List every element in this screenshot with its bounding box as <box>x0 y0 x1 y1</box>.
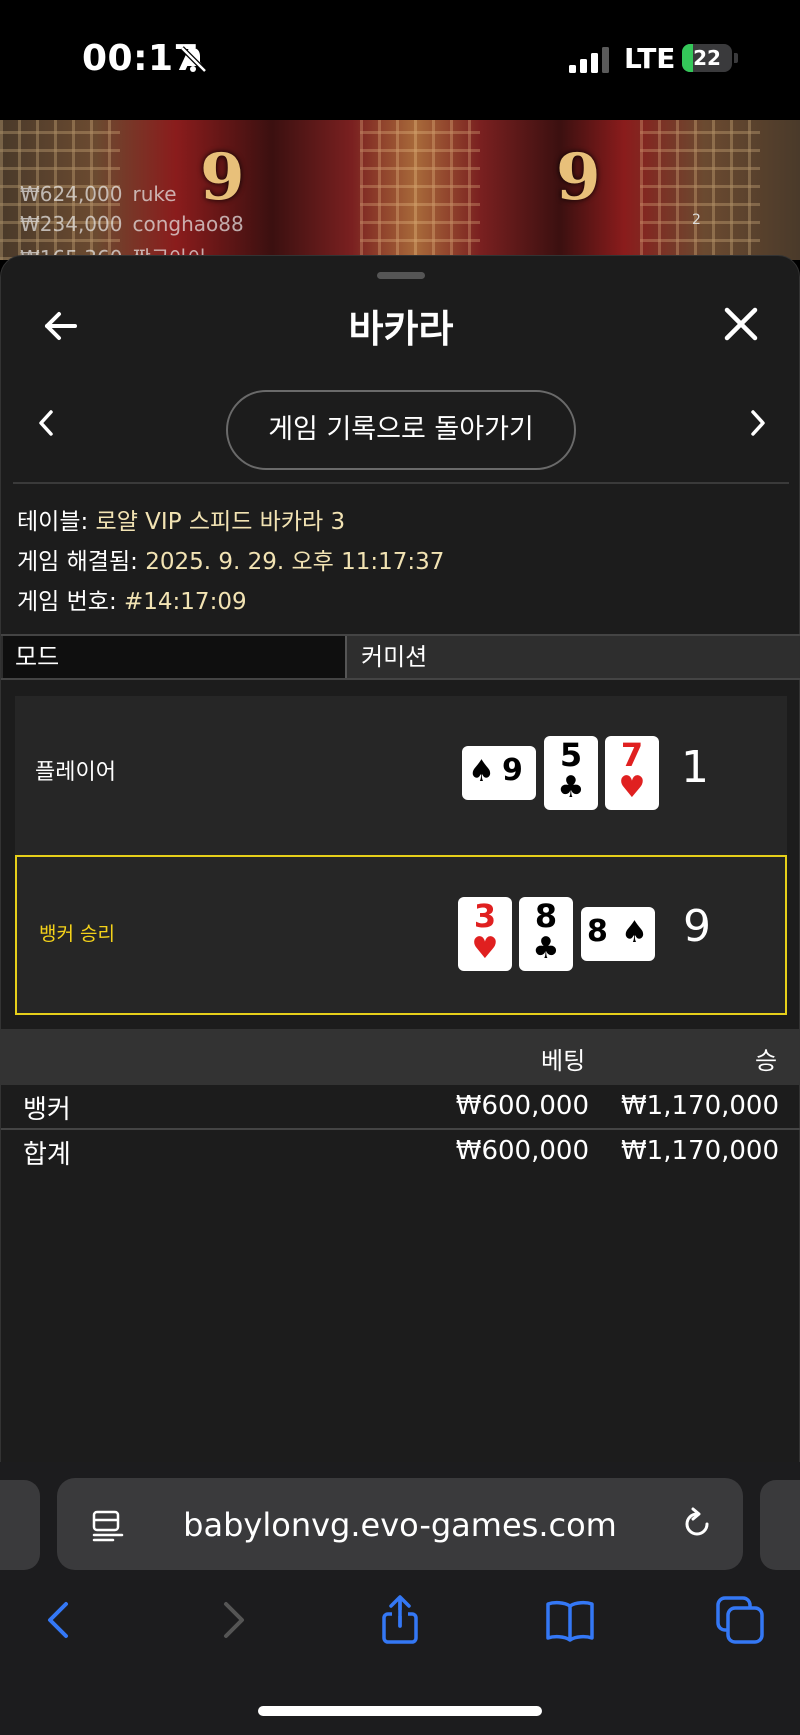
live-video-background: 9 9 ₩624,000 ruke ₩234,000 conghao88 ₩165,… <box>0 120 800 260</box>
cellular-signal-icon <box>569 47 609 73</box>
browser-toolbar: babylonvg.evo-games.com <box>0 1462 800 1735</box>
live-bet-line: ₩624,000 ruke <box>20 182 177 206</box>
playing-card: ♠ 8 <box>581 907 655 961</box>
playing-card: 3 ♥ <box>458 897 512 971</box>
game-number: #14:17:09 <box>124 589 247 615</box>
close-icon[interactable] <box>719 302 763 346</box>
banker-score: 9 <box>683 901 711 952</box>
back-to-history-button[interactable]: 게임 기록으로 돌아가기 <box>226 390 576 470</box>
share-icon[interactable] <box>374 1594 426 1646</box>
game-detail-panel: 바카라 게임 기록으로 돌아가기 테이블: 로얄 VIP 스피드 바카라 3 게… <box>0 255 800 1465</box>
decor-nine: 9 <box>556 140 601 215</box>
sheet-grabber[interactable] <box>377 272 425 279</box>
previous-tab-preview[interactable] <box>0 1480 40 1570</box>
table-info: 테이블: 로얄 VIP 스피드 바카라 3 <box>17 509 346 535</box>
url-text: babylonvg.evo-games.com <box>183 1506 617 1544</box>
table-row: 뱅커 ₩600,000 ₩1,170,000 <box>23 1091 779 1125</box>
column-header-bet: 베팅 <box>541 1047 586 1075</box>
column-header-win: 승 <box>755 1047 778 1075</box>
home-indicator[interactable] <box>258 1706 542 1716</box>
divider <box>13 482 789 484</box>
video-counter: 2 <box>692 212 701 228</box>
panel-title: 바카라 <box>348 307 454 351</box>
next-tab-preview[interactable] <box>760 1480 800 1570</box>
player-hand: 플레이어 ♠ 9 5 ♣ 7 ♥ 1 <box>15 696 787 856</box>
banker-win-label: 뱅커 승리 <box>39 923 115 945</box>
network-type: LTE <box>624 42 676 75</box>
playing-card: 7 ♥ <box>605 736 659 810</box>
previous-game-chevron-icon[interactable] <box>33 406 61 440</box>
battery-cap <box>734 53 738 63</box>
browser-back-icon[interactable] <box>34 1594 86 1646</box>
lattice-decor <box>640 120 760 260</box>
decor-nine: 9 <box>200 140 245 215</box>
address-bar[interactable]: babylonvg.evo-games.com <box>57 1478 743 1570</box>
commission-label: 커미션 <box>361 643 428 671</box>
tabs-icon[interactable] <box>714 1594 766 1646</box>
status-bar: 00:17 LTE 22 <box>0 0 800 120</box>
browser-forward-icon[interactable] <box>206 1594 258 1646</box>
reload-icon[interactable] <box>679 1506 715 1542</box>
playing-card: 5 ♣ <box>544 736 598 810</box>
mode-label: 모드 <box>3 636 347 678</box>
bookmarks-book-icon[interactable] <box>544 1594 596 1646</box>
bell-slash-icon <box>180 46 207 73</box>
banker-hand: 뱅커 승리 3 ♥ 8 ♣ ♠ 8 9 <box>15 855 787 1015</box>
lattice-decor <box>360 120 480 260</box>
player-score: 1 <box>681 742 709 793</box>
mode-row: 모드 커미션 <box>1 634 800 680</box>
player-label: 플레이어 <box>35 760 116 785</box>
playing-card: 8 ♣ <box>519 897 573 971</box>
game-number-info: 게임 번호: #14:17:09 <box>17 589 247 615</box>
table-row-total: 합계 ₩600,000 ₩1,170,000 <box>23 1136 779 1170</box>
bets-table-header: 베팅 승 <box>1 1029 800 1085</box>
resolved-info: 게임 해결됨: 2025. 9. 29. 오후 11:17:37 <box>17 549 445 575</box>
next-game-chevron-icon[interactable] <box>743 406 771 440</box>
resolved-time: 2025. 9. 29. 오후 11:17:37 <box>145 549 445 575</box>
battery-icon: 22 <box>682 44 732 72</box>
playing-card: ♠ 9 <box>462 746 536 800</box>
live-bet-line: ₩234,000 conghao88 <box>20 212 244 236</box>
battery-percent: 22 <box>693 46 721 70</box>
table-name: 로얄 VIP 스피드 바카라 3 <box>95 509 346 535</box>
